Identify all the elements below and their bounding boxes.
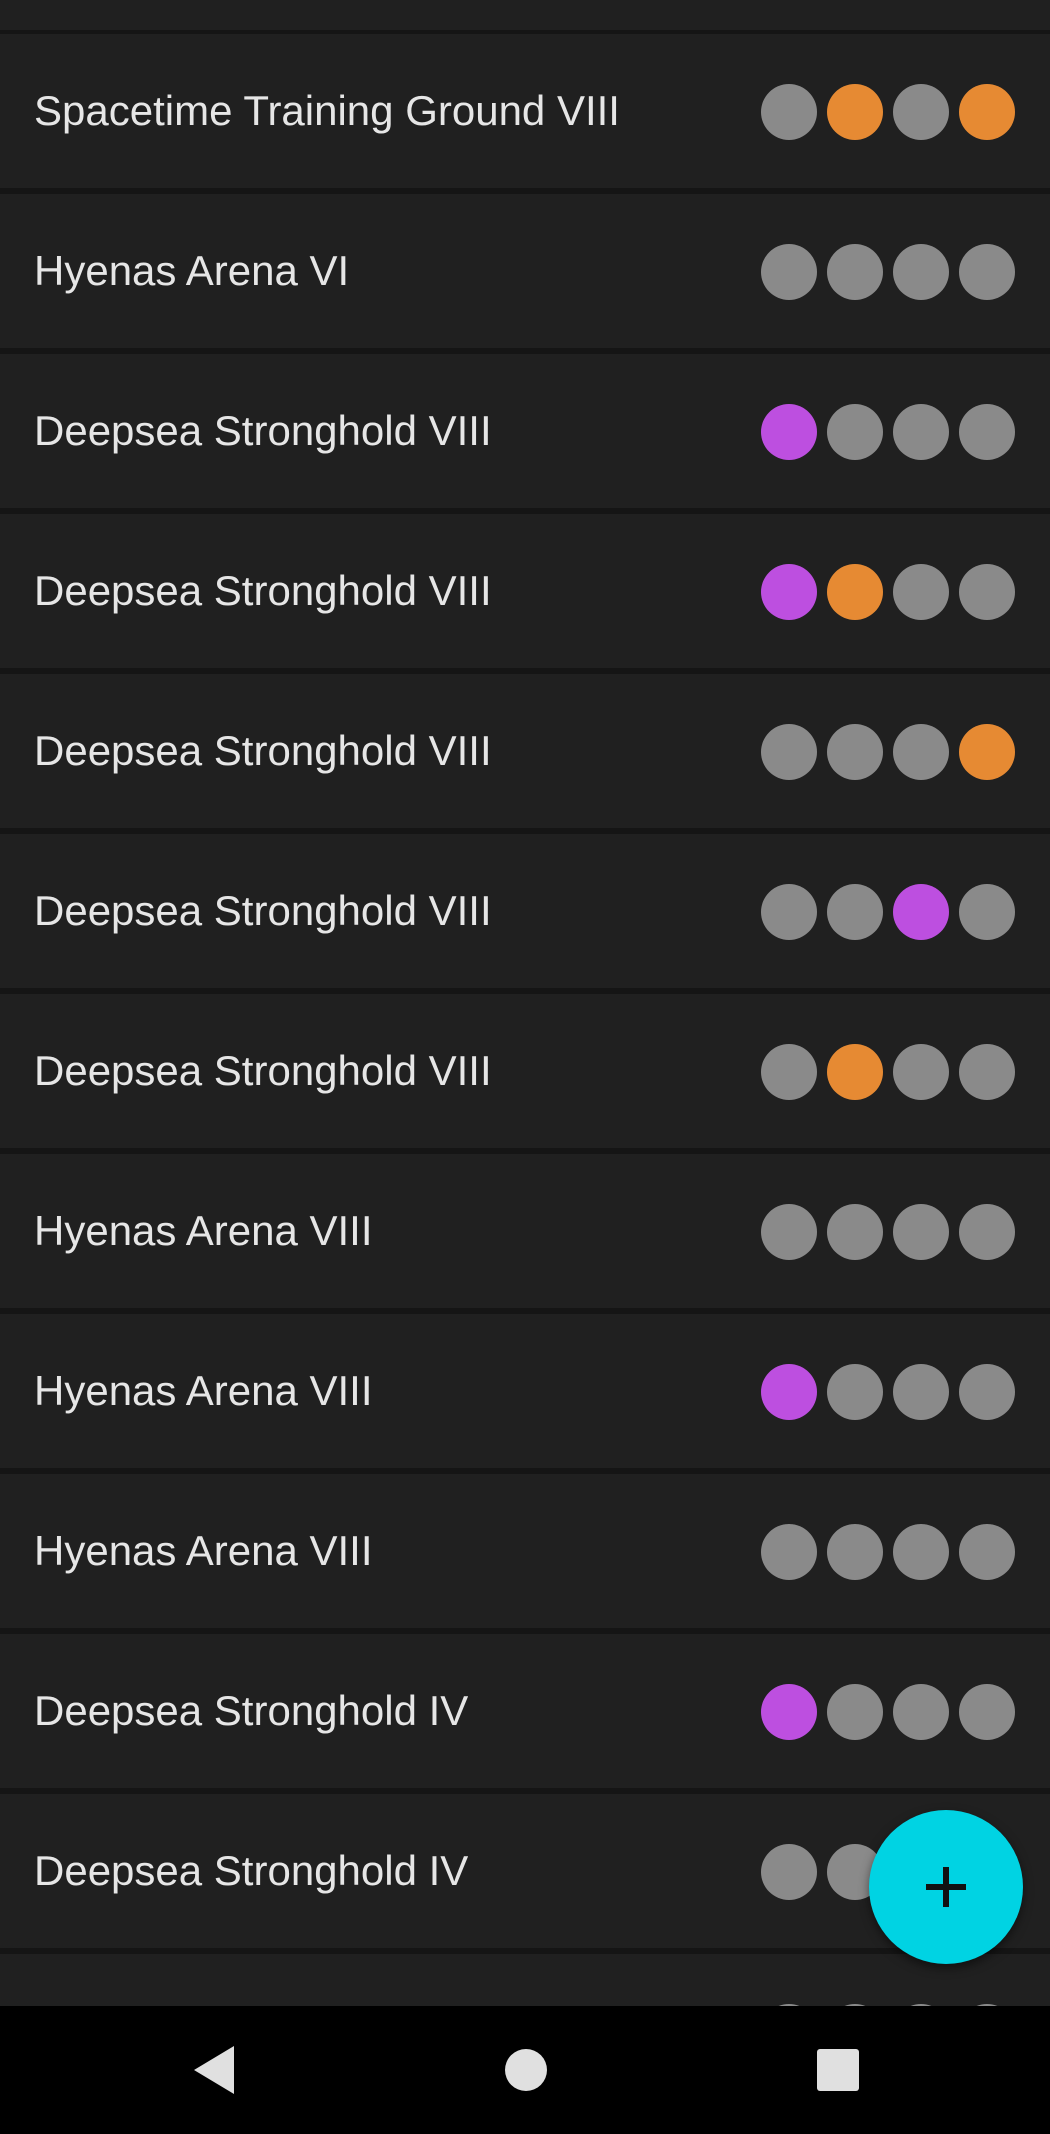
status-dot-gray	[959, 564, 1015, 620]
list-item-label: Hyenas Arena VIII	[34, 1207, 373, 1254]
status-dot-gray	[761, 84, 817, 140]
system-navigation-bar	[0, 2006, 1050, 2134]
status-dot-gray	[893, 1364, 949, 1420]
status-dot-gray	[959, 1364, 1015, 1420]
status-dot-gray	[959, 1684, 1015, 1740]
status-dots	[761, 1524, 1015, 1580]
nav-home-button[interactable]	[482, 2026, 570, 2114]
status-dot-gray	[761, 1524, 817, 1580]
list-item-label: Deepsea Stronghold VIII	[34, 407, 492, 454]
status-dot-gray	[893, 244, 949, 300]
status-dots	[761, 1204, 1015, 1260]
status-dot-gray	[827, 1684, 883, 1740]
status-dot-gray	[827, 724, 883, 780]
status-dot-gray	[761, 1044, 817, 1100]
list-item[interactable]: Deepsea Stronghold VIII	[0, 354, 1050, 508]
status-dot-gray	[761, 884, 817, 940]
list-item[interactable]: Hyenas Arena VIII	[0, 1154, 1050, 1308]
list-item[interactable]: Spacetime Training Ground VIII	[0, 34, 1050, 188]
status-dot-gray	[959, 244, 1015, 300]
status-dot-orange	[959, 84, 1015, 140]
status-dot-gray	[893, 404, 949, 460]
list-item[interactable]: Hyenas Arena VIII	[0, 1314, 1050, 1468]
nav-back-button[interactable]	[170, 2026, 258, 2114]
status-dot-gray	[893, 724, 949, 780]
list-item-label: Hyenas Arena VIII	[34, 1367, 373, 1414]
list-item[interactable]	[0, 1954, 1050, 2006]
arena-list: Spacetime Training Ground VIII Hyenas Are…	[0, 0, 1050, 2006]
screen: Spacetime Training Ground VIII Hyenas Are…	[0, 0, 1050, 2134]
status-dots	[761, 1044, 1015, 1100]
list-item[interactable]: Deepsea Stronghold VIII	[0, 994, 1050, 1148]
status-dots	[761, 1364, 1015, 1420]
status-dot-gray	[893, 564, 949, 620]
status-dot-gray	[761, 244, 817, 300]
list-item[interactable]: Deepsea Stronghold VIII	[0, 514, 1050, 668]
status-dot-gray	[827, 404, 883, 460]
status-dot-gray	[761, 1844, 817, 1900]
status-dot-purple	[893, 884, 949, 940]
status-dot-gray	[827, 884, 883, 940]
list-item[interactable]: Deepsea Stronghold VIII	[0, 834, 1050, 988]
status-dots	[761, 724, 1015, 780]
status-dot-gray	[827, 1204, 883, 1260]
status-dot-gray	[893, 1524, 949, 1580]
status-dot-gray	[959, 404, 1015, 460]
status-dot-gray	[893, 1204, 949, 1260]
list-item-label: Deepsea Stronghold VIII	[34, 727, 492, 774]
list-item-label: Deepsea Stronghold VIII	[34, 887, 492, 934]
list-item-label: Deepsea Stronghold IV	[34, 1847, 469, 1894]
status-dot-gray	[893, 84, 949, 140]
status-dot-gray	[761, 1204, 817, 1260]
status-dot-gray	[893, 1684, 949, 1740]
status-dot-gray	[893, 1044, 949, 1100]
list-item-partial-top[interactable]	[0, 0, 1050, 30]
status-dot-orange	[827, 564, 883, 620]
status-dot-gray	[827, 244, 883, 300]
add-button[interactable]	[869, 1810, 1023, 1964]
list-item-label: Deepsea Stronghold VIII	[34, 567, 492, 614]
status-dots	[761, 1684, 1015, 1740]
status-dot-gray	[959, 1044, 1015, 1100]
status-dot-gray	[827, 1524, 883, 1580]
list-item[interactable]: Deepsea Stronghold VIII	[0, 674, 1050, 828]
status-dot-gray	[827, 1364, 883, 1420]
home-circle-icon	[505, 2049, 547, 2091]
status-dot-orange	[827, 1044, 883, 1100]
recents-square-icon	[817, 2049, 859, 2091]
status-dot-gray	[959, 1204, 1015, 1260]
status-dots	[761, 244, 1015, 300]
status-dot-purple	[761, 404, 817, 460]
list-item[interactable]: Hyenas Arena VI	[0, 194, 1050, 348]
status-dot-orange	[827, 84, 883, 140]
status-dots	[761, 84, 1015, 140]
status-dot-purple	[761, 1684, 817, 1740]
plus-icon	[926, 1867, 966, 1907]
list-item-label: Deepsea Stronghold IV	[34, 1687, 469, 1734]
status-dot-gray	[761, 724, 817, 780]
list-item-label: Hyenas Arena VIII	[34, 1527, 373, 1574]
nav-recents-button[interactable]	[794, 2026, 882, 2114]
list-item-label: Spacetime Training Ground VIII	[34, 87, 620, 134]
status-dot-gray	[959, 884, 1015, 940]
status-dot-purple	[761, 564, 817, 620]
status-dots	[761, 564, 1015, 620]
list-item[interactable]: Hyenas Arena VIII	[0, 1474, 1050, 1628]
status-dot-orange	[959, 724, 1015, 780]
status-dot-gray	[959, 1524, 1015, 1580]
status-dot-purple	[761, 1364, 817, 1420]
back-triangle-icon	[194, 2046, 234, 2094]
status-dots	[761, 884, 1015, 940]
list-item[interactable]: Deepsea Stronghold IV	[0, 1634, 1050, 1788]
list-item-label: Deepsea Stronghold VIII	[34, 1047, 492, 1094]
list-item-label: Hyenas Arena VI	[34, 247, 350, 294]
status-dots	[761, 404, 1015, 460]
